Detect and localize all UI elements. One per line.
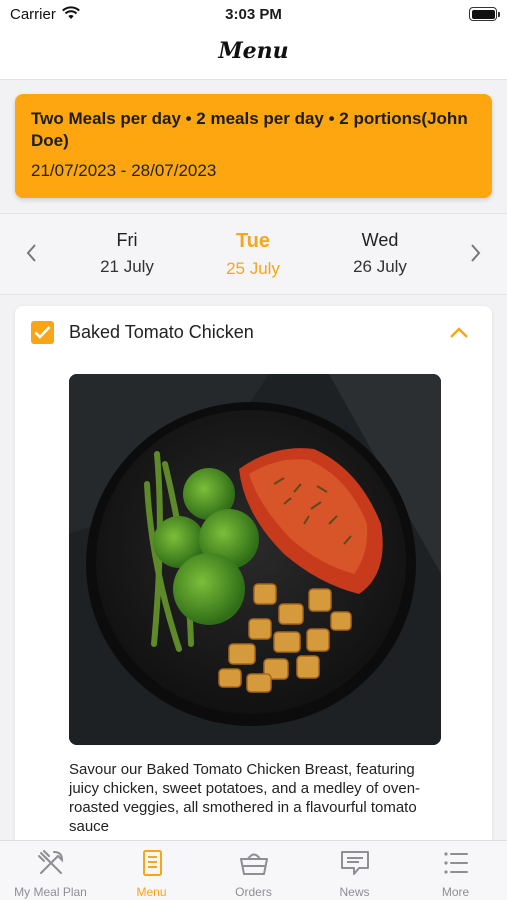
- tab-label: My Meal Plan: [14, 885, 87, 899]
- tab-label: Menu: [136, 885, 167, 899]
- page-title: Menu: [218, 38, 289, 64]
- utensils-icon: [0, 847, 101, 879]
- meal-photo: [69, 374, 441, 745]
- plan-title: Two Meals per day • 2 meals per day • 2 …: [31, 109, 468, 150]
- tab-more[interactable]: More: [405, 847, 506, 899]
- day-name: Wed: [361, 230, 399, 250]
- meal-card: Baked Tomato Chicken Savour our Baked To…: [15, 306, 492, 866]
- tab-bar: My Meal Plan Menu Orders News More: [0, 840, 507, 900]
- navigation-bar: Menu: [0, 30, 507, 80]
- basket-icon: [203, 847, 304, 879]
- day-date: 25 July: [226, 259, 280, 278]
- day-date: 26 July: [353, 257, 407, 276]
- list-icon: [405, 847, 506, 879]
- tab-news[interactable]: News: [304, 847, 405, 899]
- day-item[interactable]: Wed 26 July: [325, 230, 435, 277]
- previous-day-button[interactable]: [20, 241, 44, 265]
- day-date: 21 July: [100, 257, 154, 276]
- day-name: Tue: [235, 230, 271, 252]
- collapse-button[interactable]: [448, 322, 470, 349]
- tab-menu[interactable]: Menu: [101, 847, 202, 899]
- status-bar: Carrier 3:03 PM: [0, 0, 507, 30]
- day-selector: Fri 21 July Tue 25 July Wed 26 July: [0, 213, 507, 295]
- tab-my-meal-plan[interactable]: My Meal Plan: [0, 847, 101, 899]
- next-day-button[interactable]: [463, 241, 487, 265]
- battery-icon: [469, 7, 500, 21]
- day-item-selected[interactable]: Tue 25 July: [198, 230, 308, 279]
- meal-checkbox[interactable]: [31, 321, 54, 344]
- chat-bubble-icon: [304, 847, 405, 879]
- tab-orders[interactable]: Orders: [203, 847, 304, 899]
- chevron-left-icon: [26, 244, 36, 262]
- chevron-right-icon: [471, 244, 481, 262]
- chevron-up-icon: [450, 327, 468, 338]
- meal-name: Baked Tomato Chicken: [69, 322, 254, 342]
- plan-dates: 21/07/2023 - 28/07/2023: [31, 161, 217, 180]
- day-name: Fri: [116, 230, 138, 250]
- menu-document-icon: [101, 847, 202, 879]
- tab-label: News: [339, 885, 370, 899]
- tab-label: More: [441, 885, 470, 899]
- meal-description: Savour our Baked Tomato Chicken Breast, …: [69, 761, 421, 835]
- meal-plan-banner[interactable]: Two Meals per day • 2 meals per day • 2 …: [15, 94, 492, 198]
- checkmark-icon: [34, 326, 51, 339]
- clock: 3:03 PM: [225, 6, 282, 23]
- day-item[interactable]: Fri 21 July: [72, 230, 182, 277]
- tab-label: Orders: [235, 885, 272, 899]
